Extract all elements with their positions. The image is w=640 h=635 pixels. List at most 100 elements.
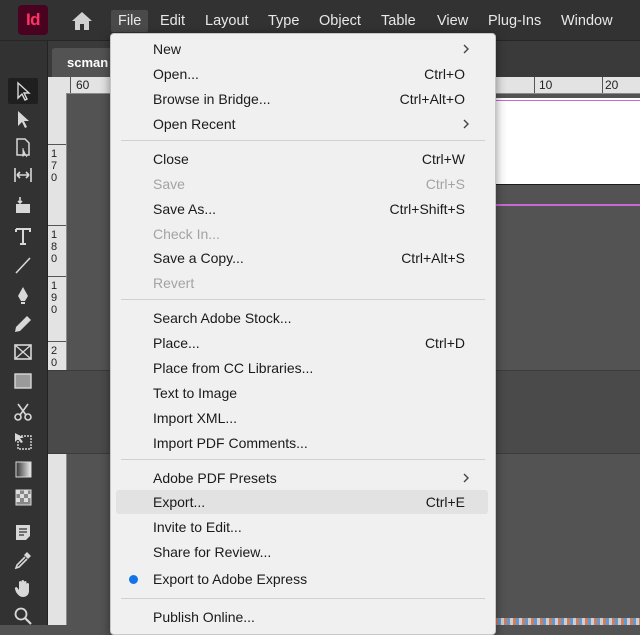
chevron-right-icon xyxy=(463,119,469,129)
hand-tool[interactable] xyxy=(8,575,38,601)
menu-window[interactable]: Window xyxy=(554,10,620,32)
type-tool[interactable] xyxy=(8,223,38,249)
menu-item-save: Save Ctrl+S xyxy=(116,172,488,196)
menu-item-check-in: Check In... xyxy=(153,226,220,242)
gradient-swatch-tool[interactable] xyxy=(8,456,38,482)
note-icon xyxy=(16,525,30,540)
shortcut: Ctrl+W xyxy=(421,151,465,167)
gradient-feather-icon xyxy=(15,489,32,506)
menu-plug-ins[interactable]: Plug-Ins xyxy=(481,10,548,32)
menu-item-invite-to-edit[interactable]: Invite to Edit... xyxy=(116,515,488,539)
menu-separator xyxy=(121,140,485,141)
type-tool-icon xyxy=(15,228,31,245)
menu-item-search-adobe-stock[interactable]: Search Adobe Stock... xyxy=(116,306,488,330)
menu-item-publish-online[interactable]: Publish Online... xyxy=(116,605,488,629)
shortcut: Ctrl+Alt+S xyxy=(401,250,465,266)
menu-item-place-from-cc-libraries[interactable]: Place from CC Libraries... xyxy=(116,356,488,380)
page-content-fragment xyxy=(495,618,640,625)
eyedropper-icon xyxy=(14,552,31,570)
content-collector-icon xyxy=(16,197,30,213)
menu-item-place[interactable]: Place... Ctrl+D xyxy=(116,331,488,355)
free-transform-icon xyxy=(15,433,32,450)
rectangle-frame-tool[interactable] xyxy=(8,339,38,365)
ruler-label: 1 xyxy=(51,280,58,292)
menu-item-import-xml[interactable]: Import XML... xyxy=(116,406,488,430)
home-button[interactable] xyxy=(70,10,94,32)
zoom-icon xyxy=(14,607,32,625)
gradient-feather-tool[interactable] xyxy=(8,484,38,510)
menu-view[interactable]: View xyxy=(430,10,475,32)
menu-table[interactable]: Table xyxy=(374,10,423,32)
gap-tool-icon xyxy=(14,168,32,182)
ruler-label: 7 xyxy=(51,160,58,172)
menu-item-revert: Revert xyxy=(153,275,195,291)
ruler-label: 8 xyxy=(51,241,58,253)
pen-tool[interactable] xyxy=(8,282,38,308)
margin-guide xyxy=(494,204,640,206)
menu-file[interactable]: File xyxy=(111,10,149,32)
hand-icon xyxy=(14,580,29,597)
menu-item-close[interactable]: Close Ctrl+W xyxy=(116,147,488,171)
menu-object[interactable]: Object xyxy=(312,10,368,32)
scissors-tool[interactable] xyxy=(8,399,38,425)
gradient-swatch-icon xyxy=(15,461,32,478)
menu-item-import-pdf-comments[interactable]: Import PDF Comments... xyxy=(116,431,488,455)
shortcut: Ctrl+Shift+S xyxy=(389,201,465,217)
ruler-label: 20 xyxy=(605,78,619,92)
menu-separator xyxy=(121,459,485,460)
home-icon xyxy=(72,12,92,30)
document-page[interactable] xyxy=(494,98,640,184)
chevron-right-icon xyxy=(463,44,469,54)
line-tool[interactable] xyxy=(8,252,38,278)
new-feature-dot-icon xyxy=(129,575,138,584)
shortcut: Ctrl+Alt+O xyxy=(399,91,465,107)
direct-selection-tool[interactable] xyxy=(8,106,38,132)
menu-layout[interactable]: Layout xyxy=(198,10,256,32)
rectangle-frame-icon xyxy=(14,344,32,360)
content-collector-tool[interactable] xyxy=(8,192,38,218)
menu-item-export-to-adobe-express[interactable]: Export to Adobe Express xyxy=(116,567,488,591)
free-transform-tool[interactable] xyxy=(8,428,38,454)
menu-item-export[interactable]: Export... Ctrl+E xyxy=(116,490,488,514)
menu-separator xyxy=(121,598,485,599)
menu-item-save-as[interactable]: Save As... Ctrl+Shift+S xyxy=(116,197,488,221)
indesign-logo: Id xyxy=(18,5,48,35)
selection-arrow-icon xyxy=(17,81,31,101)
pencil-tool-icon xyxy=(15,316,31,332)
selection-tool[interactable] xyxy=(8,78,38,104)
menu-item-share-for-review[interactable]: Share for Review... xyxy=(116,540,488,564)
menu-edit[interactable]: Edit xyxy=(153,10,192,32)
pen-tool-icon xyxy=(18,287,28,304)
ruler-label: 1 xyxy=(51,229,58,241)
ruler-label: 0 xyxy=(51,253,58,265)
page-tool[interactable] xyxy=(8,134,38,160)
shortcut: Ctrl+S xyxy=(425,176,465,192)
menu-item-new[interactable]: New xyxy=(116,37,488,61)
eyedropper-tool[interactable] xyxy=(8,547,38,573)
menu-type[interactable]: Type xyxy=(261,10,306,32)
ruler-label: 9 xyxy=(51,292,58,304)
menu-item-save-a-copy[interactable]: Save a Copy... Ctrl+Alt+S xyxy=(116,246,488,270)
menu-item-open-recent[interactable]: Open Recent xyxy=(116,112,488,136)
ruler-label: 1 xyxy=(51,148,58,160)
menu-item-adobe-pdf-presets[interactable]: Adobe PDF Presets xyxy=(116,466,488,490)
ruler-label: 60 xyxy=(76,78,90,92)
pencil-tool[interactable] xyxy=(8,311,38,337)
ruler-label: 0 xyxy=(51,172,58,184)
ruler-label: 0 xyxy=(51,304,58,316)
shortcut: Ctrl+O xyxy=(424,66,465,82)
shortcut: Ctrl+D xyxy=(424,335,465,351)
rectangle-icon xyxy=(14,373,32,389)
zoom-tool[interactable] xyxy=(8,603,38,629)
document-tab-label: scman xyxy=(67,55,109,70)
ruler-label: 2 xyxy=(51,345,58,357)
menu-item-open[interactable]: Open... Ctrl+O xyxy=(116,62,488,86)
menu-item-browse-in-bridge[interactable]: Browse in Bridge... Ctrl+Alt+O xyxy=(116,87,488,111)
margin-guide xyxy=(494,100,640,101)
vertical-ruler[interactable]: 1 7 0 1 8 0 1 9 0 2 0 xyxy=(48,93,67,625)
menu-item-text-to-image[interactable]: Text to Image xyxy=(116,381,488,405)
rectangle-tool[interactable] xyxy=(8,368,38,394)
gap-tool[interactable] xyxy=(8,162,38,188)
note-tool[interactable] xyxy=(8,519,38,545)
file-menu-dropdown: New Open... Ctrl+O Browse in Bridge... C… xyxy=(110,33,496,635)
